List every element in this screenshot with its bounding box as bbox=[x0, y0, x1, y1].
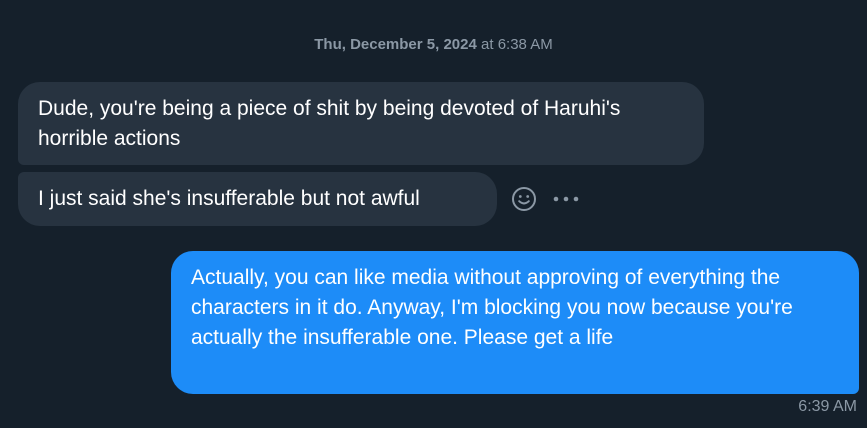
react-button[interactable] bbox=[510, 185, 538, 213]
conversation-date-header: Thu, December 5, 2024 at 6:38 AM bbox=[0, 36, 867, 53]
message-timestamp: 6:39 AM bbox=[798, 398, 857, 415]
message-text: Dude, you're being a piece of shit by be… bbox=[38, 97, 621, 150]
incoming-message-bubble[interactable]: Dude, you're being a piece of shit by be… bbox=[18, 82, 704, 165]
more-horizontal-icon bbox=[553, 196, 579, 202]
message-actions bbox=[510, 184, 580, 214]
time-label: 6:38 AM bbox=[497, 36, 553, 53]
message-text: Actually, you can like media without app… bbox=[191, 266, 793, 349]
time-joiner: at bbox=[481, 36, 494, 53]
incoming-message-bubble[interactable]: I just said she's insufferable but not a… bbox=[18, 172, 497, 226]
message-text: I just said she's insufferable but not a… bbox=[38, 187, 420, 210]
more-options-button[interactable] bbox=[552, 185, 580, 213]
smiley-face-icon bbox=[512, 187, 536, 211]
outgoing-message-bubble[interactable]: Actually, you can like media without app… bbox=[171, 251, 859, 394]
date-label: Thu, December 5, 2024 bbox=[314, 36, 477, 53]
